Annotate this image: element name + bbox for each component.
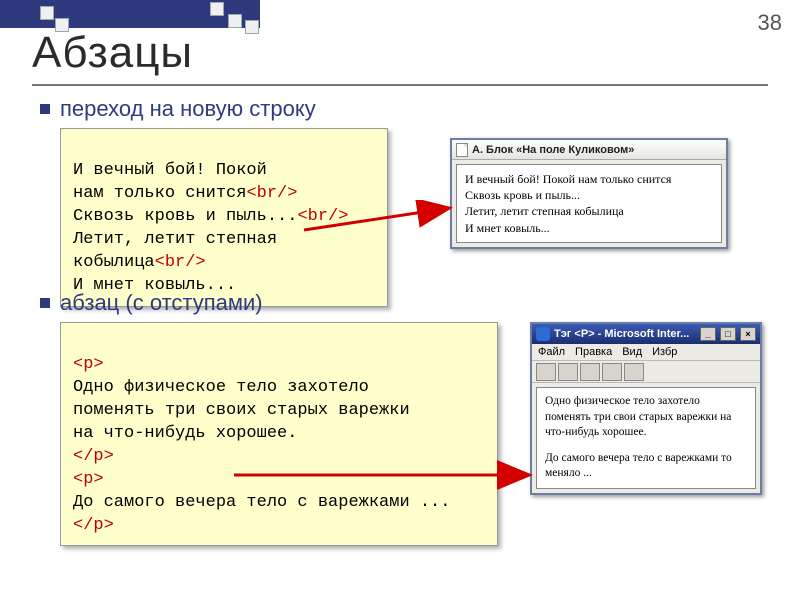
code-line: кобылица xyxy=(73,253,155,272)
toolbar-button[interactable] xyxy=(580,363,600,381)
bullet-icon xyxy=(40,298,50,308)
page-number: 38 xyxy=(758,10,782,36)
code-block-2: <p> Одно физическое тело захотело поменя… xyxy=(60,322,498,546)
menu-view[interactable]: Вид xyxy=(622,346,642,358)
br-tag: <br/> xyxy=(246,184,297,203)
code-block-1: И вечный бой! Покой нам только снится<br… xyxy=(60,128,388,307)
p-open-tag: <p> xyxy=(73,470,104,489)
code-line: Летит, летит степная xyxy=(73,230,277,249)
code-line: До самого вечера тело с варежками ... xyxy=(73,493,450,512)
code-line: поменять три своих старых варежки xyxy=(73,401,410,420)
minimize-button[interactable]: _ xyxy=(700,327,716,341)
rendered-line: И вечный бой! Покой нам только снится xyxy=(465,171,713,187)
toolbar-button[interactable] xyxy=(602,363,622,381)
window-toolbar xyxy=(532,361,760,383)
browser-window-2: Тэг <P> - Microsoft Inter... _ □ × Файл … xyxy=(530,322,762,495)
window-menu-bar: Файл Правка Вид Избр xyxy=(532,344,760,361)
rendered-line: Летит, летит степная кобылица xyxy=(465,203,713,219)
window-title-text: А. Блок «На поле Куликовом» xyxy=(472,144,634,156)
bullet-2-text: абзац (с отступами) xyxy=(60,290,263,316)
window-titlebar: Тэг <P> - Microsoft Inter... _ □ × xyxy=(532,324,760,344)
window-body: И вечный бой! Покой нам только снится Ск… xyxy=(456,164,722,243)
menu-file[interactable]: Файл xyxy=(538,346,565,358)
toolbar-button[interactable] xyxy=(536,363,556,381)
toolbar-button[interactable] xyxy=(624,363,644,381)
code-line: нам только снится xyxy=(73,184,246,203)
window-body: Одно физическое тело захотело поменять т… xyxy=(536,387,756,489)
code-line: И вечный бой! Покой xyxy=(73,161,267,180)
rendered-line: И мнет ковыль... xyxy=(465,220,713,236)
bullet-1: переход на новую строку xyxy=(40,96,316,122)
page-icon xyxy=(456,143,468,157)
rendered-line: Сквозь кровь и пыль... xyxy=(465,187,713,203)
code-line: Одно физическое тело захотело xyxy=(73,378,369,397)
rendered-paragraph: Одно физическое тело захотело поменять т… xyxy=(545,394,747,441)
bullet-2: абзац (с отступами) xyxy=(40,290,263,316)
br-tag: <br/> xyxy=(297,207,348,226)
bullet-1-text: переход на новую строку xyxy=(60,96,316,122)
br-tag: <br/> xyxy=(155,253,206,272)
p-close-tag: </p> xyxy=(73,516,114,535)
toolbar-button[interactable] xyxy=(558,363,578,381)
menu-fav[interactable]: Избр xyxy=(652,346,677,358)
menu-edit[interactable]: Правка xyxy=(575,346,612,358)
close-button[interactable]: × xyxy=(740,327,756,341)
ie-icon xyxy=(536,327,550,341)
title-underline xyxy=(32,84,768,86)
slide-title: Абзацы xyxy=(32,28,193,78)
p-open-tag: <p> xyxy=(73,355,104,374)
p-close-tag: </p> xyxy=(73,447,114,466)
maximize-button[interactable]: □ xyxy=(720,327,736,341)
browser-window-1: А. Блок «На поле Куликовом» И вечный бой… xyxy=(450,138,728,249)
window-title-text: Тэг <P> - Microsoft Inter... xyxy=(554,328,689,340)
code-line: Сквозь кровь и пыль... xyxy=(73,207,297,226)
window-titlebar: А. Блок «На поле Куликовом» xyxy=(452,140,726,160)
code-line: на что-нибудь хорошее. xyxy=(73,424,297,443)
rendered-paragraph: До самого вечера тело с варежками то мен… xyxy=(545,451,747,482)
slide-corner-deco xyxy=(0,0,260,28)
bullet-icon xyxy=(40,104,50,114)
